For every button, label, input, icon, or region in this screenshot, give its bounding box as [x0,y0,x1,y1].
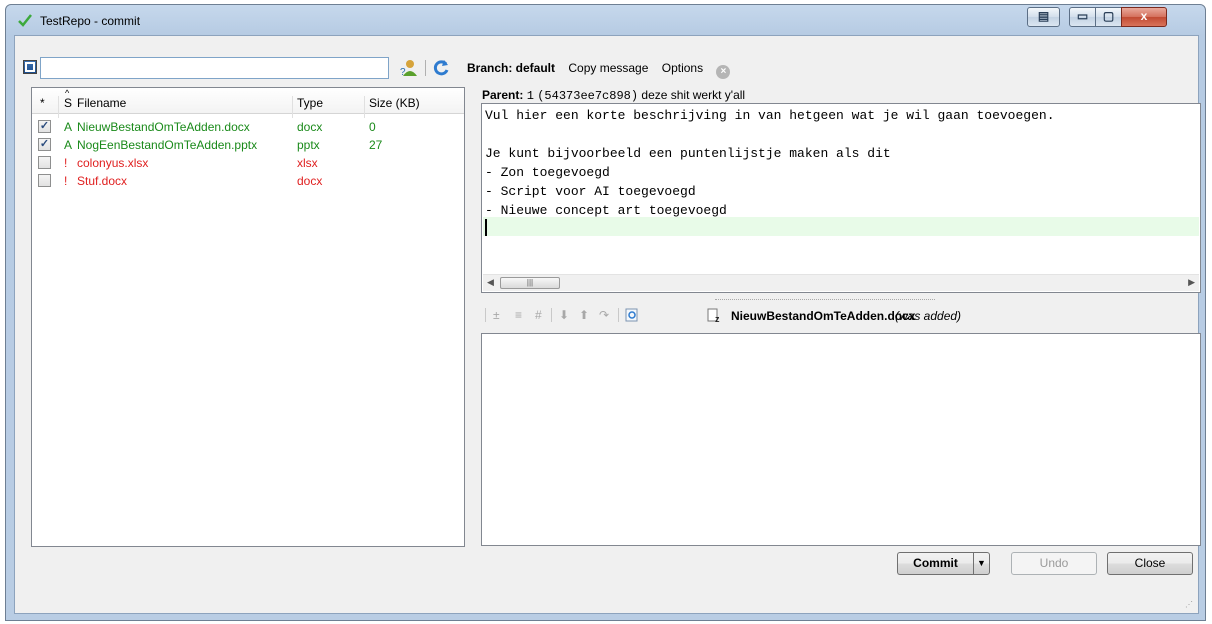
file-size: 0 [369,120,376,134]
message-line: - Zon toegevoegd [485,165,610,180]
maximize-icon: ▢ [1102,9,1115,23]
pane-splitter[interactable] [715,299,935,302]
next-diff-icon[interactable]: ⬇ [559,308,569,322]
column-type[interactable]: Type [297,96,323,110]
user-search-icon[interactable]: ? [398,58,420,78]
current-line-highlight [483,217,1199,236]
parent-hash: (54373ee7c898) [537,89,639,103]
maximize-button[interactable]: ▢ [1095,7,1122,27]
minimize-icon: ▭ [1076,9,1089,23]
column-checked[interactable]: * [40,96,45,110]
column-divider [58,96,59,118]
branch-label[interactable]: Branch: default [467,61,555,75]
file-type: pptx [297,138,320,152]
title-bar[interactable]: TestRepo - commit ▤ ▭ ▢ x [6,5,1205,35]
client-area: ? Branch: default Copy message Options ×… [14,35,1201,614]
file-type: xlsx [297,156,318,170]
parent-rev: 1 [526,89,534,103]
file-status: A [64,138,73,152]
toolbar-separator [618,308,619,322]
add-lines-icon[interactable]: ± [493,308,500,322]
file-name: NieuwBestandOmTeAdden.docx [77,120,250,134]
parent-info: Parent: 1 (54373ee7c898) deze shit werkt… [482,88,745,103]
diff-file-name: NieuwBestandOmTeAdden.docx [731,309,916,323]
parent-label: Parent: [482,88,524,102]
message-line: - Nieuwe concept art toegevoegd [485,203,727,218]
message-line: Je kunt bijvoorbeeld een puntenlijstje m… [485,146,891,161]
window-title: TestRepo - commit [40,14,141,28]
file-status: ! [64,156,68,170]
commit-dropdown-button[interactable]: ▼ [973,552,990,575]
window-extra-button[interactable]: ▤ [1027,7,1060,27]
file-icon: z [707,308,720,323]
file-type: docx [297,174,323,188]
file-name: Stuf.docx [77,174,128,188]
options-menu[interactable]: Options [662,61,703,75]
file-checkbox[interactable]: ✓ [38,120,51,133]
scrollbar-thumb[interactable]: ||| [500,277,560,289]
checkmark-icon [18,14,32,27]
file-checkbox[interactable] [38,174,51,187]
text-caret [485,219,487,236]
file-list-header: * S ^ Filename Type Size (KB) [32,88,464,118]
sort-ascending-icon: ^ [65,88,70,98]
window-extra-icon: ▤ [1037,9,1050,23]
scroll-left-icon[interactable]: ◀ [487,277,494,288]
resize-grip-icon[interactable]: ⋰ [1185,600,1195,610]
file-list: * S ^ Filename Type Size (KB) ✓ A NieuwBes… [31,87,465,547]
search-file-icon[interactable] [625,308,639,322]
file-row[interactable]: ! colonyus.xlsx xlsx [32,154,464,172]
file-row[interactable]: ✓ A NogEenBestandOmTeAdden.pptx pptx 27 [32,136,464,154]
column-size[interactable]: Size (KB) [369,96,420,110]
diff-toolbar: ± ≡ # ⬇ ⬆ ↷ z NieuwBestandOmTeAdden.docx… [485,304,1201,326]
toolbar-separator [425,60,426,76]
commit-button[interactable]: Commit [897,552,973,575]
file-row[interactable]: ! Stuf.docx docx [32,172,464,190]
close-icon: x [1140,9,1148,23]
close-window-button[interactable]: x [1121,7,1167,27]
close-button[interactable]: Close [1107,552,1193,575]
parent-description: deze shit werkt y'all [641,88,746,102]
commit-message-editor[interactable]: Vul hier een korte beschrijving in van h… [481,103,1201,293]
column-divider [292,96,293,118]
file-status: A [64,120,73,134]
scroll-right-icon[interactable]: ▶ [1188,277,1195,288]
message-line: - Script voor AI toegevoegd [485,184,696,199]
column-filename[interactable]: Filename [77,96,126,110]
diff-view[interactable] [481,333,1201,546]
column-divider [364,96,365,118]
file-checkbox[interactable]: ✓ [38,138,51,151]
svg-text:?: ? [400,67,406,78]
diff-file-status: (was added) [895,309,962,323]
file-size: 27 [369,138,383,152]
close-branch-icon[interactable]: × [716,65,731,79]
svg-text:z: z [715,314,720,323]
file-type: docx [297,120,323,134]
select-all-toggle[interactable] [23,60,37,74]
file-row[interactable]: ✓ A NieuwBestandOmTeAdden.docx docx 0 [32,118,464,136]
line-numbers-icon[interactable]: # [535,308,542,322]
refresh-icon[interactable] [431,58,451,78]
undo-button[interactable]: Undo [1011,552,1097,575]
horizontal-scrollbar[interactable]: ◀ ||| ▶ [483,274,1199,291]
branch-bar: Branch: default Copy message Options × [467,61,740,79]
toolbar-separator [551,308,552,322]
column-status[interactable]: S [64,96,72,110]
minimize-button[interactable]: ▭ [1069,7,1096,27]
previous-diff-icon[interactable]: ⬆ [579,308,589,322]
message-line: Vul hier een korte beschrijving in van h… [485,108,1055,123]
file-name: NogEenBestandOmTeAdden.pptx [77,138,258,152]
equal-lines-icon[interactable]: ≡ [515,308,522,322]
toolbar-separator [485,308,486,322]
file-name: colonyus.xlsx [77,156,149,170]
redo-icon[interactable]: ↷ [599,308,609,322]
commit-window: TestRepo - commit ▤ ▭ ▢ x ? Branch: defa… [5,4,1206,621]
file-status: ! [64,174,68,188]
file-checkbox[interactable] [38,156,51,169]
filter-input[interactable] [40,57,389,79]
copy-message-menu[interactable]: Copy message [568,61,648,75]
